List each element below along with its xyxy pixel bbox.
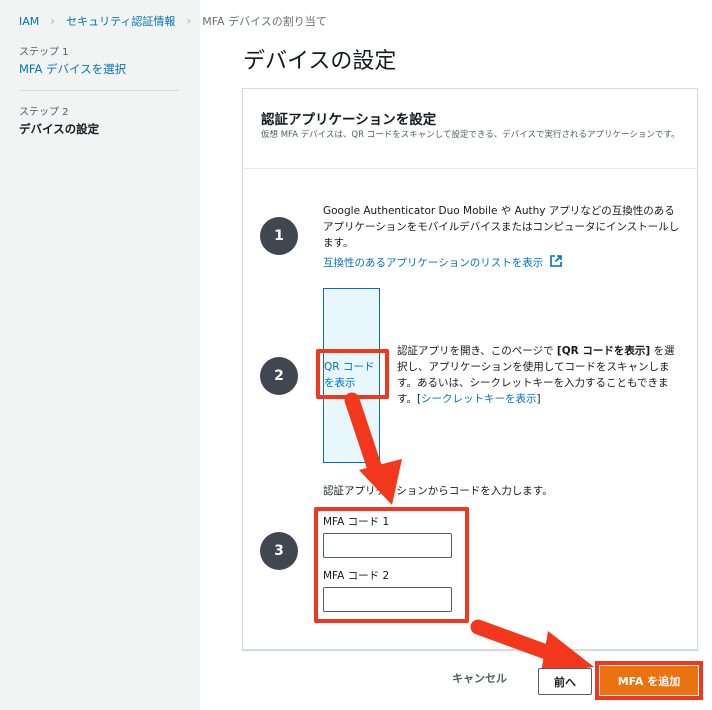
step2-text: 認証アプリを開き、このページで [QR コードを表示] を選択し、アプリケーショ… [397, 343, 681, 407]
step1-text: Google Authenticator Duo Mobile や Authy … [323, 205, 680, 249]
breadcrumb-security-credentials[interactable]: セキュリティ認証情報 [66, 13, 175, 29]
show-secret-key-link[interactable]: シークレットキーを表示 [421, 393, 537, 405]
external-link-icon [549, 255, 562, 267]
sidebar-divider [19, 90, 179, 91]
add-mfa-button[interactable]: MFA を追加 [595, 661, 703, 700]
step-2-current: デバイスの設定 [19, 122, 100, 136]
step-1-link[interactable]: MFA デバイスを選択 [19, 61, 126, 77]
mfa-codes-highlight-box [314, 507, 469, 623]
step-number-2: 2 [260, 357, 298, 395]
breadcrumb-current: MFA デバイスの割り当て [202, 15, 327, 28]
step-2-caption: ステップ 2 [19, 107, 69, 118]
breadcrumb-iam[interactable]: IAM [19, 15, 39, 28]
step2-text-c: ] [536, 393, 541, 405]
qr-highlight-box [316, 349, 389, 399]
chevron-right-icon: › [186, 14, 192, 28]
step2-text-a: 認証アプリを開き、このページで [397, 345, 554, 357]
compatible-apps-link[interactable]: 互換性のあるアプリケーションのリストを表示 [323, 255, 562, 271]
panel-description: 仮想 MFA デバイスは、QR コードをスキャンして設定できる、デバイスで実行さ… [261, 130, 680, 140]
compatible-apps-link-label: 互換性のあるアプリケーションのリストを表示 [323, 257, 544, 269]
step-number-1: 1 [260, 217, 298, 255]
step2-text-bold: [QR コードを表示] [556, 345, 651, 357]
panel-title: 認証アプリケーションを設定 [261, 112, 437, 128]
panel-header: 認証アプリケーションを設定 仮想 MFA デバイスは、QR コードをスキャンして… [243, 89, 697, 169]
cancel-button[interactable]: キャンセル [452, 670, 507, 686]
chevron-right-icon: › [50, 14, 56, 28]
step-number-3: 3 [260, 532, 298, 570]
page-title: デバイスの設定 [243, 49, 397, 74]
step-1-caption: ステップ 1 [19, 47, 69, 58]
setup-panel: 認証アプリケーションを設定 仮想 MFA デバイスは、QR コードをスキャンして… [242, 88, 698, 650]
step3-intro: 認証アプリケーションからコードを入力します。 [323, 485, 553, 497]
previous-button[interactable]: 前へ [538, 668, 592, 695]
breadcrumb: IAM › セキュリティ認証情報 › MFA デバイスの割り当て [19, 13, 327, 29]
